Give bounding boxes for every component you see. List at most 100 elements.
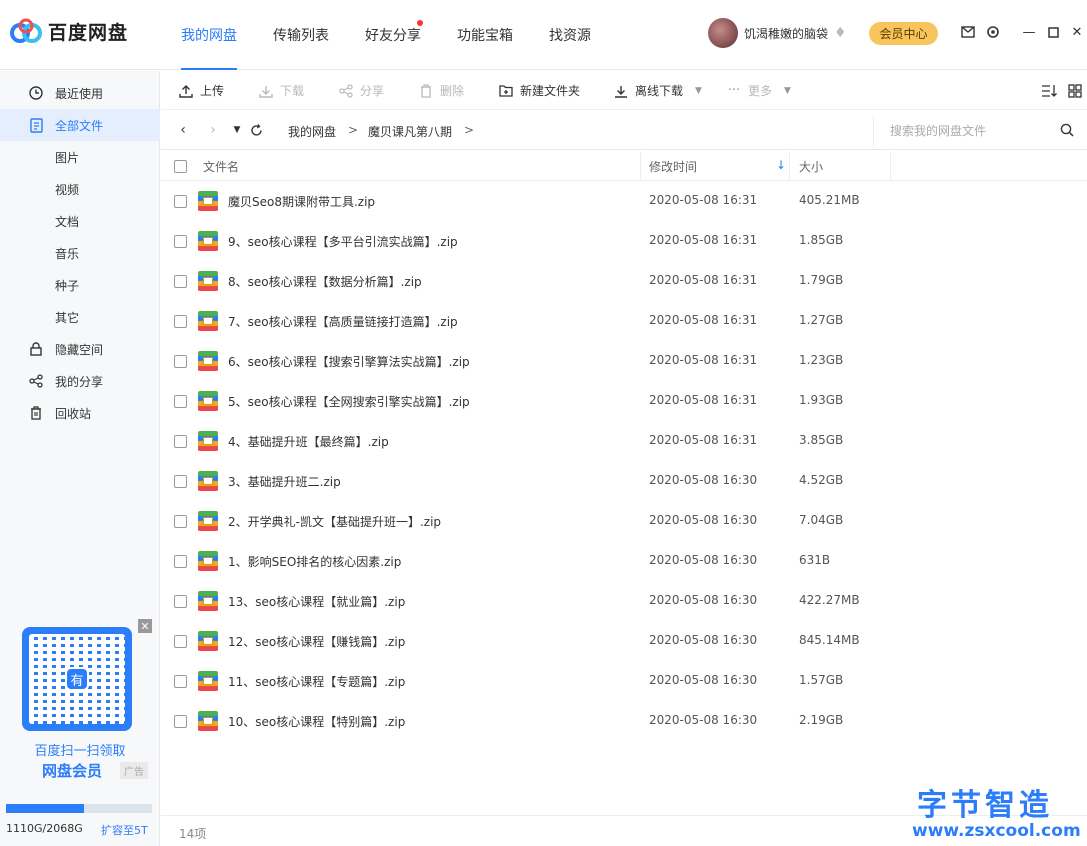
table-row[interactable]: 9、seo核心课程【多平台引流实战篇】.zip 2020-05-08 16:31 1…	[161, 221, 1087, 261]
table-row[interactable]: 11、seo核心课程【专题篇】.zip 2020-05-08 16:30 1.57G…	[161, 661, 1087, 701]
file-name[interactable]: 9、seo核心课程【多平台引流实战篇】.zip	[228, 233, 458, 250]
file-name[interactable]: 11、seo核心课程【专题篇】.zip	[228, 673, 405, 690]
download-button[interactable]: 下载	[258, 71, 304, 110]
minimize-icon[interactable]: —	[1022, 22, 1036, 42]
user-profile[interactable]: 饥渴稚嫩的脑袋 ♦	[708, 17, 850, 49]
back-icon[interactable]: ‹	[174, 121, 192, 139]
file-name[interactable]: 1、影响SEO排名的核心因素.zip	[228, 553, 401, 570]
breadcrumb-item[interactable]: 魔贝课凡第八期	[368, 123, 452, 140]
tab-friend-share[interactable]: 好友分享	[347, 0, 439, 70]
row-checkbox[interactable]	[174, 675, 187, 688]
search-icon[interactable]	[1060, 123, 1076, 139]
vip-ad-banner[interactable]: 有 ✕ 百度扫一扫领取 网盘会员 广告	[8, 619, 152, 780]
file-modified-time: 2020-05-08 16:30	[649, 553, 758, 567]
sidebar-item-videos[interactable]: 视频	[0, 173, 160, 205]
select-all-checkbox[interactable]	[174, 151, 187, 181]
row-checkbox[interactable]	[174, 635, 187, 648]
file-size: 1.79GB	[799, 273, 844, 287]
row-checkbox[interactable]	[174, 315, 187, 328]
view-toggle[interactable]	[1067, 71, 1087, 110]
header-size[interactable]: 大小	[799, 151, 823, 181]
file-name[interactable]: 7、seo核心课程【高质量链接打造篇】.zip	[228, 313, 458, 330]
expand-storage-link[interactable]: 扩容至5T	[101, 822, 148, 838]
mail-icon[interactable]	[960, 24, 976, 40]
file-modified-time: 2020-05-08 16:31	[649, 313, 758, 327]
refresh-icon[interactable]	[247, 121, 265, 139]
vip-center-button[interactable]: 会员中心	[869, 22, 938, 45]
tab-find-resources[interactable]: 找资源	[531, 0, 609, 70]
share-button[interactable]: 分享	[338, 71, 384, 110]
row-checkbox[interactable]	[174, 275, 187, 288]
file-name[interactable]: 13、seo核心课程【就业篇】.zip	[228, 593, 405, 610]
row-checkbox[interactable]	[174, 195, 187, 208]
table-row[interactable]: 8、seo核心课程【数据分析篇】.zip 2020-05-08 16:31 1.79…	[161, 261, 1087, 301]
sidebar-item-hidden-space[interactable]: 隐藏空间	[0, 333, 160, 365]
table-row[interactable]: 7、seo核心课程【高质量链接打造篇】.zip 2020-05-08 16:31 1…	[161, 301, 1087, 341]
close-icon[interactable]: ✕	[1070, 22, 1084, 42]
chevron-down-icon[interactable]: ▼	[784, 86, 791, 96]
sidebar-item-recycle-bin[interactable]: 回收站	[0, 397, 160, 429]
username[interactable]: 饥渴稚嫩的脑袋	[744, 25, 828, 42]
header-modified[interactable]: 修改时间	[649, 151, 697, 181]
chevron-down-icon[interactable]: ▼	[695, 86, 702, 96]
upload-button[interactable]: 上传	[178, 71, 224, 110]
breadcrumb-item[interactable]: 我的网盘	[288, 123, 336, 140]
sidebar-item-torrents[interactable]: 种子	[0, 269, 160, 301]
tab-my-disk[interactable]: 我的网盘	[163, 0, 255, 70]
delete-button[interactable]: 删除	[418, 71, 464, 110]
table-row[interactable]: 12、seo核心课程【赚钱篇】.zip 2020-05-08 16:30 845.1…	[161, 621, 1087, 661]
file-name[interactable]: 10、seo核心课程【特别篇】.zip	[228, 713, 405, 730]
sidebar-item-my-shares[interactable]: 我的分享	[0, 365, 160, 397]
forward-icon[interactable]: ›	[204, 121, 222, 139]
row-checkbox[interactable]	[174, 355, 187, 368]
table-row[interactable]: 2、开学典礼-凯文【基础提升班一】.zip 2020-05-08 16:30 7.0…	[161, 501, 1087, 541]
sidebar-item-images[interactable]: 图片	[0, 141, 160, 173]
file-name[interactable]: 3、基础提升班二.zip	[228, 473, 341, 490]
more-button[interactable]: ··· 更多 ▼	[726, 71, 791, 110]
table-row[interactable]: 10、seo核心课程【特别篇】.zip 2020-05-08 16:30 2.19G…	[161, 701, 1087, 741]
row-checkbox[interactable]	[174, 395, 187, 408]
table-row[interactable]: 1、影响SEO排名的核心因素.zip 2020-05-08 16:30 631B	[161, 541, 1087, 581]
table-row[interactable]: 4、基础提升班【最终篇】.zip 2020-05-08 16:31 3.85GB	[161, 421, 1087, 461]
search-input[interactable]	[890, 122, 1050, 140]
row-checkbox[interactable]	[174, 475, 187, 488]
row-checkbox[interactable]	[174, 555, 187, 568]
sidebar-item-all-files[interactable]: 全部文件	[0, 109, 160, 141]
file-name[interactable]: 6、seo核心课程【搜索引擎算法实战篇】.zip	[228, 353, 470, 370]
row-checkbox[interactable]	[174, 435, 187, 448]
offline-download-button[interactable]: 离线下载 ▼	[613, 71, 702, 110]
file-name[interactable]: 2、开学典礼-凯文【基础提升班一】.zip	[228, 513, 441, 530]
history-chevron-down-icon[interactable]: ▼	[228, 121, 246, 139]
maximize-icon[interactable]	[1046, 22, 1060, 42]
row-checkbox[interactable]	[174, 515, 187, 528]
table-row[interactable]: 5、seo核心课程【全网搜索引擎实战篇】.zip 2020-05-08 16:31…	[161, 381, 1087, 421]
file-name[interactable]: 12、seo核心课程【赚钱篇】.zip	[228, 633, 405, 650]
checkbox[interactable]	[174, 159, 187, 173]
row-checkbox[interactable]	[174, 235, 187, 248]
table-row[interactable]: 3、基础提升班二.zip 2020-05-08 16:30 4.52GB	[161, 461, 1087, 501]
sidebar-item-other[interactable]: 其它	[0, 301, 160, 333]
tab-transfer-list[interactable]: 传输列表	[255, 0, 347, 70]
file-name[interactable]: 魔贝Seo8期课附带工具.zip	[228, 193, 375, 210]
sidebar-item-music[interactable]: 音乐	[0, 237, 160, 269]
file-name[interactable]: 5、seo核心课程【全网搜索引擎实战篇】.zip	[228, 393, 470, 410]
file-name[interactable]: 8、seo核心课程【数据分析篇】.zip	[228, 273, 422, 290]
table-row[interactable]: 6、seo核心课程【搜索引擎算法实战篇】.zip 2020-05-08 16:31…	[161, 341, 1087, 381]
header-name[interactable]: 文件名	[203, 151, 239, 181]
ad-close-icon[interactable]: ✕	[138, 619, 152, 633]
row-checkbox[interactable]	[174, 595, 187, 608]
column-divider[interactable]	[890, 151, 891, 181]
column-divider[interactable]	[789, 151, 790, 181]
new-folder-button[interactable]: 新建文件夹	[498, 71, 580, 110]
avatar[interactable]	[708, 18, 738, 48]
sort-toggle[interactable]	[1041, 71, 1063, 110]
gear-icon[interactable]	[985, 24, 1001, 40]
table-row[interactable]: 魔贝Seo8期课附带工具.zip 2020-05-08 16:31 405.21MB	[161, 181, 1087, 221]
tab-feature-box[interactable]: 功能宝箱	[439, 0, 531, 70]
column-divider[interactable]	[640, 151, 641, 181]
row-checkbox[interactable]	[174, 715, 187, 728]
sidebar-item-documents[interactable]: 文档	[0, 205, 160, 237]
sidebar-item-recent[interactable]: 最近使用	[0, 77, 160, 109]
table-row[interactable]: 13、seo核心课程【就业篇】.zip 2020-05-08 16:30 422.2…	[161, 581, 1087, 621]
file-name[interactable]: 4、基础提升班【最终篇】.zip	[228, 433, 389, 450]
